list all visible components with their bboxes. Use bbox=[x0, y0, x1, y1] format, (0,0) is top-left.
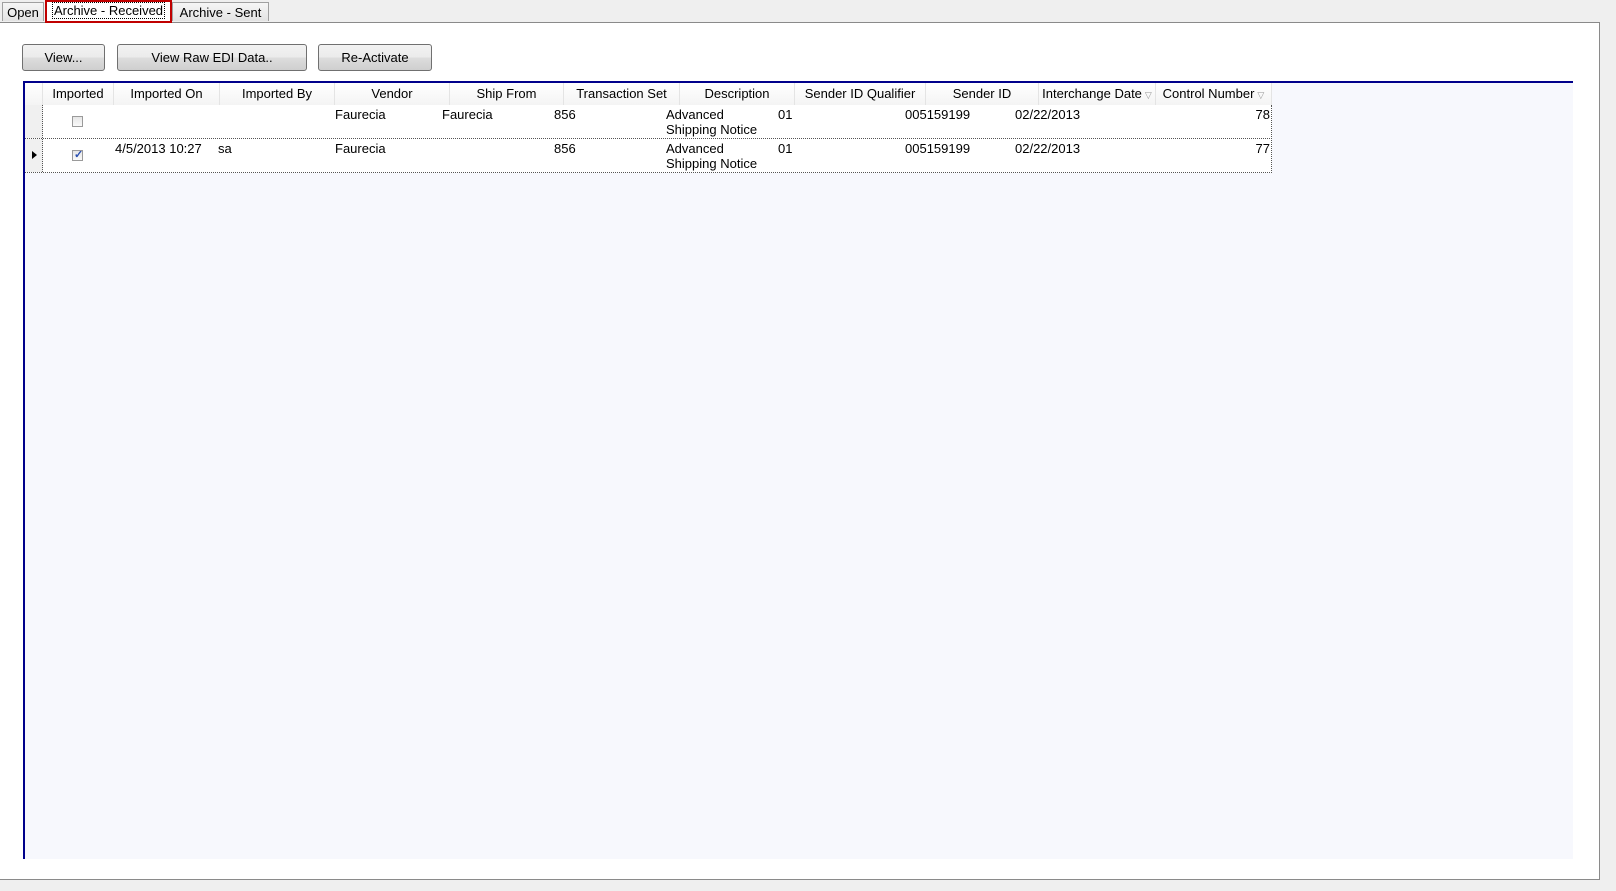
header-label: Sender ID Qualifier bbox=[804, 86, 916, 101]
column-header-row-selector bbox=[25, 83, 43, 105]
description-line2: Shipping Notice bbox=[666, 156, 758, 171]
current-row-arrow-icon bbox=[32, 151, 37, 159]
description-line2: Shipping Notice bbox=[666, 122, 758, 137]
table-row[interactable]: ✓ 4/5/2013 10:27 sa Faurecia 856 Advance… bbox=[25, 139, 1272, 173]
tab-label: Archive - Received bbox=[51, 2, 166, 19]
column-header-interchange-date[interactable]: Interchange Date ▽ bbox=[1039, 83, 1156, 105]
header-label: Vendor bbox=[371, 86, 413, 101]
header-label: Description bbox=[704, 86, 770, 101]
cell-control-number: 77 bbox=[1255, 141, 1270, 156]
imported-checkbox[interactable] bbox=[72, 116, 83, 127]
cell-sender-id: 005159199 bbox=[905, 141, 971, 156]
column-header-imported[interactable]: Imported bbox=[43, 83, 114, 105]
tab-archive-received[interactable]: Archive - Received bbox=[45, 0, 172, 23]
column-header-sender-id[interactable]: Sender ID bbox=[926, 83, 1039, 105]
column-header-imported-by[interactable]: Imported By bbox=[220, 83, 335, 105]
tab-strip: Open Archive - Received Archive - Sent bbox=[0, 0, 1616, 23]
filter-icon[interactable]: ▽ bbox=[1145, 90, 1152, 100]
cell-sender-id: 005159199 bbox=[905, 107, 971, 122]
header-label: Transaction Set bbox=[576, 86, 667, 101]
description-line1: Advanced bbox=[666, 141, 724, 156]
column-header-control-number[interactable]: Control Number ▽ bbox=[1156, 83, 1272, 105]
header-label: Imported bbox=[52, 86, 104, 101]
imported-checkbox[interactable]: ✓ bbox=[72, 149, 84, 161]
view-raw-edi-button[interactable]: View Raw EDI Data.. bbox=[117, 44, 307, 71]
grid-header: Imported Imported On Imported By Vendor … bbox=[25, 83, 1272, 106]
cell-transaction-set: 856 bbox=[554, 107, 576, 122]
column-header-sender-id-qualifier[interactable]: Sender ID Qualifier bbox=[795, 83, 926, 105]
cell-interchange-date: 02/22/2013 bbox=[1015, 141, 1081, 156]
description-line1: Advanced bbox=[666, 107, 724, 122]
filter-icon[interactable]: ▽ bbox=[1257, 90, 1264, 100]
row-selector[interactable] bbox=[25, 105, 43, 138]
archive-grid[interactable]: Imported Imported On Imported By Vendor … bbox=[23, 81, 1573, 859]
view-button[interactable]: View... bbox=[22, 44, 105, 71]
column-header-imported-on[interactable]: Imported On bbox=[114, 83, 220, 105]
header-label: Interchange Date bbox=[1042, 86, 1142, 101]
cell-sender-id-qualifier: 01 bbox=[778, 141, 793, 156]
cell-description: Advanced Shipping Notice bbox=[666, 107, 757, 137]
row-selector[interactable] bbox=[25, 139, 43, 172]
cell-imported-by: sa bbox=[218, 141, 232, 156]
header-label: Ship From bbox=[476, 86, 537, 101]
checkmark-icon: ✓ bbox=[74, 149, 84, 161]
tab-panel: View... View Raw EDI Data.. Re-Activate … bbox=[0, 22, 1600, 880]
tab-label: Archive - Sent bbox=[179, 5, 262, 20]
cell-sender-id-qualifier: 01 bbox=[778, 107, 793, 122]
header-label: Imported On bbox=[130, 86, 203, 101]
header-label: Imported By bbox=[241, 86, 313, 101]
cell-ship-from: Faurecia bbox=[442, 107, 493, 122]
reactivate-button[interactable]: Re-Activate bbox=[318, 44, 432, 71]
cell-control-number: 78 bbox=[1255, 107, 1270, 122]
column-header-description[interactable]: Description bbox=[680, 83, 795, 105]
column-header-ship-from[interactable]: Ship From bbox=[450, 83, 564, 105]
cell-interchange-date: 02/22/2013 bbox=[1015, 107, 1081, 122]
cell-imported-on: 4/5/2013 10:27 bbox=[115, 141, 202, 156]
cell-description: Advanced Shipping Notice bbox=[666, 141, 757, 171]
grid-rows-edge bbox=[1270, 105, 1272, 173]
tab-archive-sent[interactable]: Archive - Sent bbox=[172, 2, 269, 21]
header-label: Control Number bbox=[1162, 86, 1255, 101]
cell-vendor: Faurecia bbox=[335, 141, 386, 156]
header-label: Sender ID bbox=[952, 86, 1012, 101]
cell-vendor: Faurecia bbox=[335, 107, 386, 122]
table-row[interactable]: Faurecia Faurecia 856 Advanced Shipping … bbox=[25, 105, 1272, 139]
column-header-transaction-set[interactable]: Transaction Set bbox=[564, 83, 680, 105]
tab-label: Open bbox=[7, 5, 39, 20]
tab-open[interactable]: Open bbox=[2, 2, 44, 21]
column-header-vendor[interactable]: Vendor bbox=[335, 83, 450, 105]
cell-transaction-set: 856 bbox=[554, 141, 576, 156]
